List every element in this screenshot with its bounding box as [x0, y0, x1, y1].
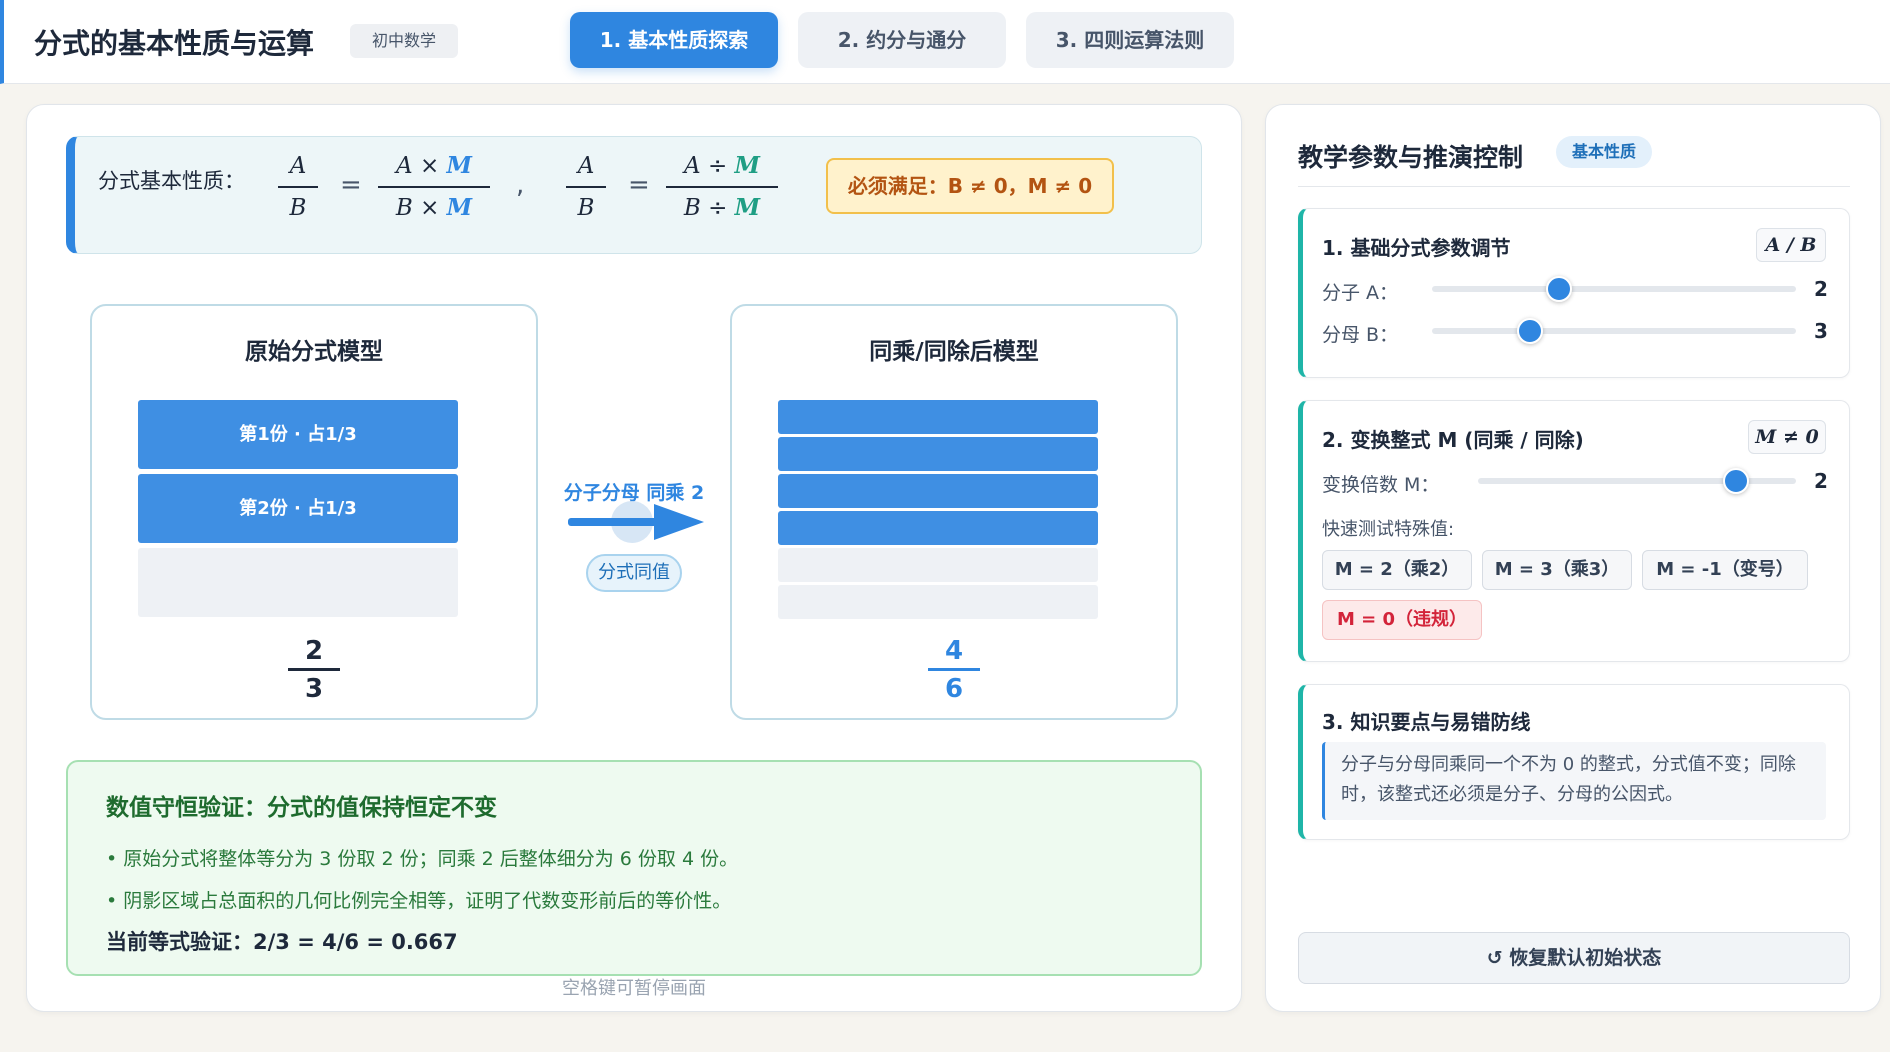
multiplier-slider-label: 变换倍数 M：	[1322, 474, 1440, 496]
grade-badge: 初中数学	[350, 24, 458, 58]
space-pause-hint: 空格键可暂停画面	[562, 978, 706, 999]
numerator-slider-label: 分子 A：	[1322, 282, 1399, 304]
denominator-value: 3	[1814, 319, 1828, 343]
filled-part-block: 第1份 · 占1/3	[138, 400, 458, 469]
section-key-points-title: 3. 知识要点与易错防线	[1322, 710, 1531, 734]
transformed-fraction: 4 6	[928, 634, 980, 707]
verification-title: 数值守恒验证：分式的值保持恒定不变	[106, 795, 497, 821]
quick-m3-button[interactable]: M = 3（乘3）	[1482, 550, 1632, 590]
numerator-slider-track[interactable]	[1432, 286, 1796, 292]
tab-reduce-common[interactable]: 2. 约分与通分	[798, 12, 1006, 68]
equals-sign: =	[340, 170, 362, 200]
formula-label: 分式基本性质：	[98, 169, 245, 193]
quick-test-label: 快速测试特殊值:	[1322, 519, 1455, 540]
denominator-slider-track[interactable]	[1432, 328, 1796, 334]
quick-m-neg1-button[interactable]: M = -1（变号）	[1642, 550, 1808, 590]
empty-part-block	[778, 548, 1098, 582]
comma: ,	[516, 170, 525, 200]
tab-arithmetic-rules[interactable]: 3. 四则运算法则	[1026, 12, 1234, 68]
multiplier-slider-thumb[interactable]	[1722, 468, 1749, 494]
filled-part-block	[778, 511, 1098, 545]
formula-frac-multiply: A × M B × M	[378, 150, 490, 224]
formula-frac-divide: A ÷ M B ÷ M	[666, 150, 778, 224]
transformed-model-blocks	[778, 400, 1098, 622]
verification-line-2: • 阴影区域占总面积的几何比例完全相等，证明了代数变形前后的等价性。	[106, 890, 732, 912]
empty-part-block	[778, 585, 1098, 619]
multiplier-value: 2	[1814, 469, 1828, 493]
section-transform-m-title: 2. 变换整式 M (同乘 / 同除)	[1322, 428, 1584, 452]
tab-basic-property[interactable]: 1. 基本性质探索	[570, 12, 778, 68]
quick-m0-button[interactable]: M = 0（违规）	[1322, 600, 1482, 640]
verification-line-1: • 原始分式将整体等分为 3 份取 2 份；同乘 2 后整体细分为 6 份取 4…	[106, 848, 739, 870]
ab-tag: A / B	[1756, 228, 1826, 262]
formula-frac-a-over-b: A B	[278, 150, 318, 224]
original-model-blocks: 第1份 · 占1/3 第2份 · 占1/3	[138, 400, 458, 620]
empty-part-block	[138, 548, 458, 617]
transform-arrow-icon	[568, 501, 704, 543]
condition-badge: 必须满足：B ≠ 0，M ≠ 0	[826, 158, 1114, 214]
key-points-note: 分子与分母同乘同一个不为 0 的整式，分式值不变；同除时，该整式还必须是分子、分…	[1322, 742, 1826, 820]
filled-part-block	[778, 400, 1098, 434]
side-panel-badge: 基本性质	[1556, 136, 1652, 168]
side-panel-title: 教学参数与推演控制	[1298, 143, 1524, 172]
filled-part-block: 第2份 · 占1/3	[138, 474, 458, 543]
quick-m2-button[interactable]: M = 2（乘2）	[1322, 550, 1472, 590]
transformed-model-title: 同乘/同除后模型	[869, 339, 1039, 365]
filled-part-block	[778, 474, 1098, 508]
section-basic-params-title: 1. 基础分式参数调节	[1322, 236, 1511, 260]
verification-box: 数值守恒验证：分式的值保持恒定不变 • 原始分式将整体等分为 3 份取 2 份；…	[66, 760, 1202, 976]
app-title: 分式的基本性质与运算	[34, 27, 315, 60]
original-fraction: 2 3	[288, 634, 340, 707]
m-nonzero-tag: M ≠ 0	[1748, 420, 1826, 454]
numerator-value: 2	[1814, 277, 1828, 301]
side-divider	[1298, 186, 1850, 187]
reset-button[interactable]: ↺ 恢复默认初始状态	[1298, 932, 1850, 984]
denominator-slider-label: 分母 B：	[1322, 324, 1399, 346]
filled-part-block	[778, 437, 1098, 471]
original-model-title: 原始分式模型	[245, 339, 383, 365]
equivalence-badge: 分式同值	[586, 554, 682, 592]
formula-frac-a-over-b-2: A B	[566, 150, 606, 224]
equals-sign-2: =	[628, 170, 650, 200]
verification-equation: 当前等式验证：2/3 = 4/6 = 0.667	[106, 930, 458, 954]
